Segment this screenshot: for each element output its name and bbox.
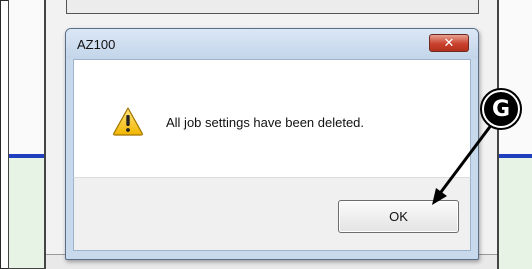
dialog-footer: OK <box>73 177 471 251</box>
background-green-area <box>9 158 44 268</box>
background-green-area <box>499 158 532 269</box>
dialog-message: All job settings have been deleted. <box>166 115 365 130</box>
warning-triangle-icon <box>113 107 143 136</box>
background-window-frame <box>66 0 479 14</box>
callout-letter: G <box>484 92 518 126</box>
background-right-panel <box>498 0 532 269</box>
background-left-panel <box>8 0 45 269</box>
close-button[interactable]: ✕ <box>429 34 469 52</box>
callout-badge: G <box>480 88 522 130</box>
dialog-titlebar[interactable]: AZ100 ✕ <box>66 29 478 59</box>
close-icon: ✕ <box>443 35 455 51</box>
dialog-title: AZ100 <box>77 37 116 52</box>
dialog-content: All job settings have been deleted. <box>73 59 471 178</box>
message-dialog: AZ100 ✕ All job settings have been delet… <box>65 28 479 260</box>
ok-button[interactable]: OK <box>338 200 459 233</box>
